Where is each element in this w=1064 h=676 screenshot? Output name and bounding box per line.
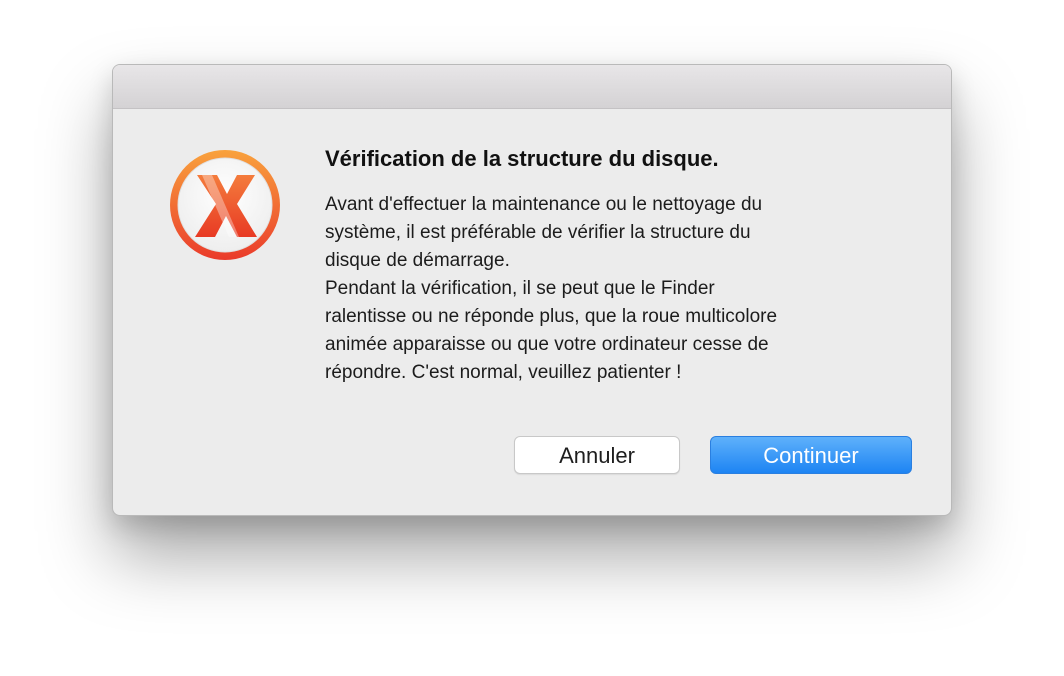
dialog-content: Vérification de la structure du disque. … xyxy=(325,145,925,387)
cancel-button[interactable]: Annuler xyxy=(514,436,680,474)
alert-dialog: Vérification de la structure du disque. … xyxy=(112,64,952,516)
screen: Vérification de la structure du disque. … xyxy=(0,0,1064,676)
continue-button[interactable]: Continuer xyxy=(710,436,912,474)
dialog-heading: Vérification de la structure du disque. xyxy=(325,146,719,171)
onyx-x-app-icon xyxy=(169,149,281,261)
dialog-titlebar[interactable] xyxy=(113,65,951,109)
dialog-message-2: Pendant la vérification, il se peut que … xyxy=(325,278,778,383)
dialog-message-1: Avant d'effectuer la maintenance ou le n… xyxy=(325,194,763,271)
